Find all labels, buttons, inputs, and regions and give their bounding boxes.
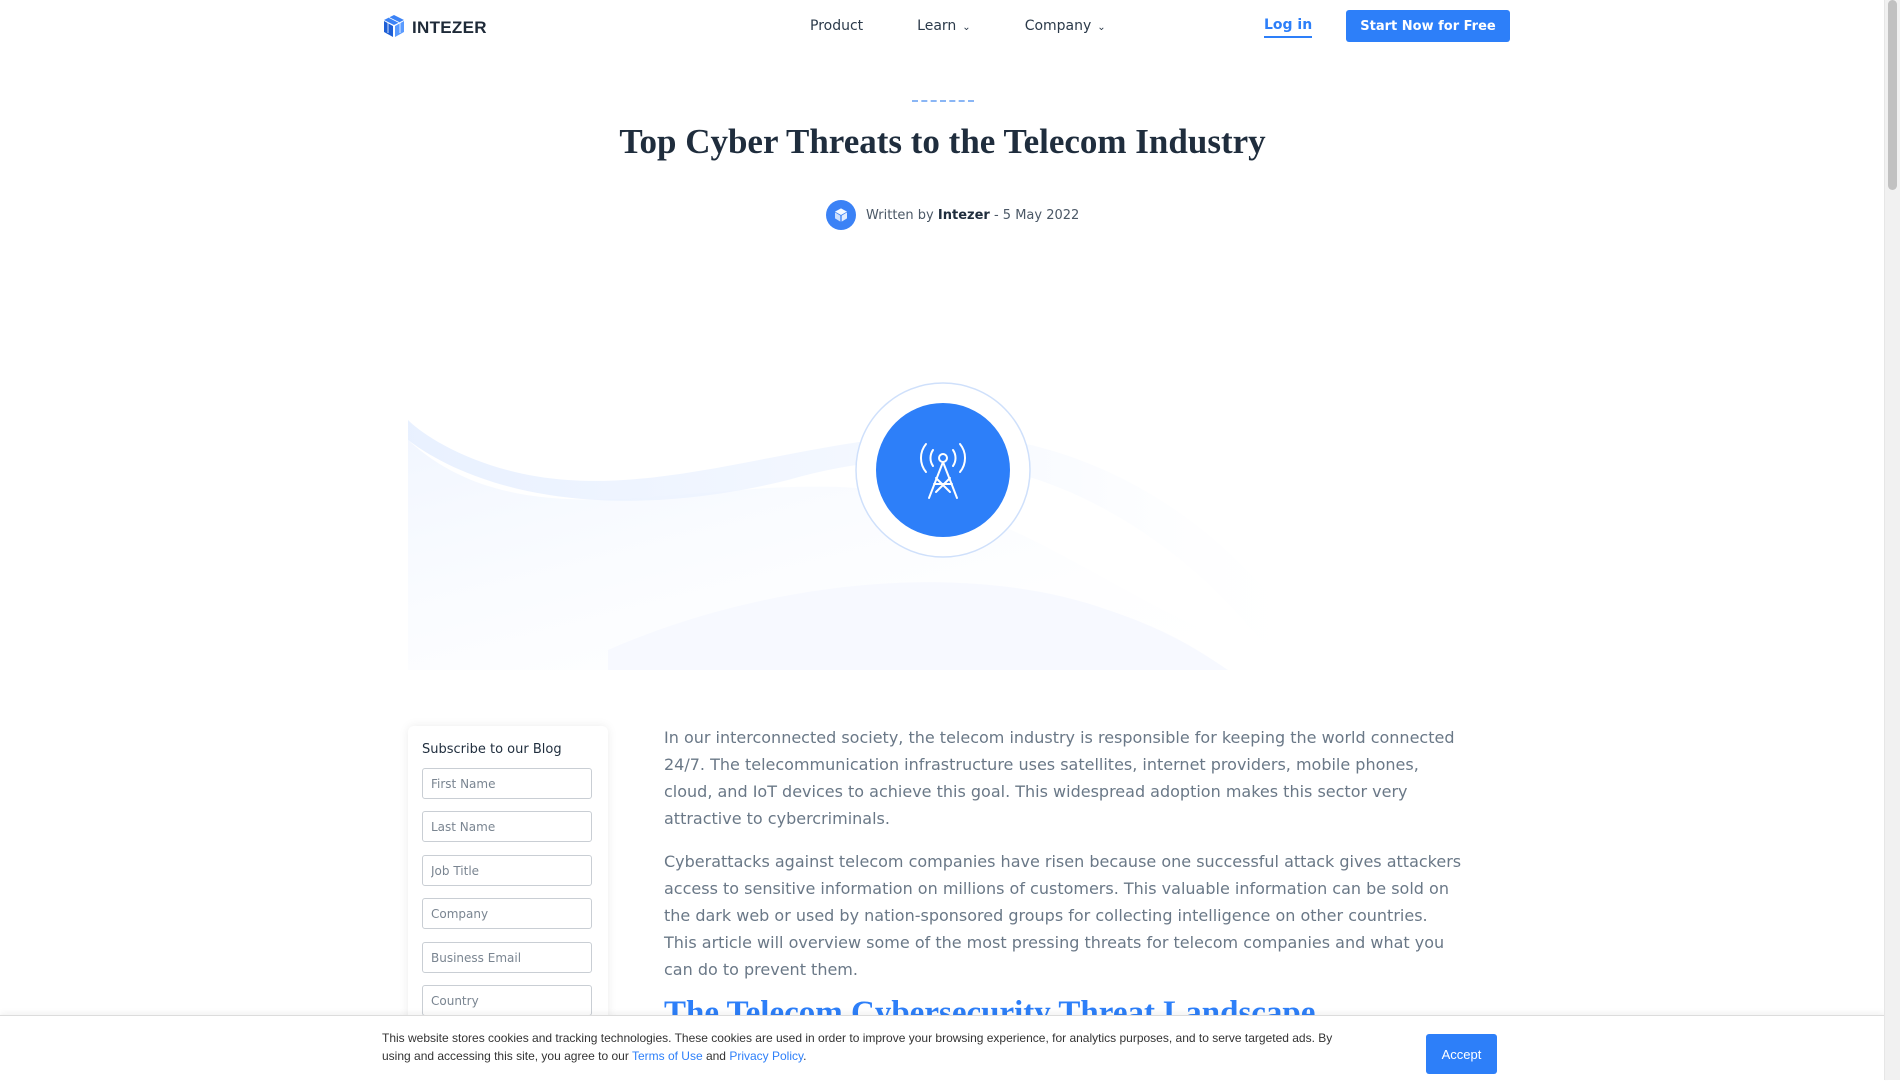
- first-name-field[interactable]: [422, 768, 592, 799]
- nav-company[interactable]: Company ⌄: [1025, 18, 1106, 34]
- accept-button[interactable]: Accept: [1426, 1034, 1497, 1074]
- page-title: Top Cyber Threats to the Telecom Industr…: [619, 122, 1266, 161]
- job-title-field[interactable]: [422, 855, 592, 886]
- hero-illustration: [408, 380, 1478, 670]
- country-field[interactable]: [422, 985, 592, 1016]
- page-scrollbar[interactable]: [1884, 0, 1900, 1080]
- terms-link[interactable]: Terms of Use: [632, 1049, 703, 1063]
- nav-learn[interactable]: Learn ⌄: [917, 18, 971, 34]
- logo-text: INTEZER: [412, 18, 487, 37]
- title-decoration: [912, 100, 974, 102]
- cookie-text: This website stores cookies and tracking…: [382, 1029, 1342, 1065]
- nav-learn-label: Learn: [917, 18, 957, 34]
- written-by-label: Written by: [866, 207, 934, 223]
- avatar: [826, 200, 856, 230]
- cookie-period: .: [803, 1049, 807, 1063]
- company-field[interactable]: [422, 898, 592, 929]
- article-paragraph: Cyberattacks against telecom companies h…: [664, 852, 1462, 979]
- article-body: In our interconnected society, the telec…: [664, 724, 1464, 1030]
- chevron-down-icon: ⌄: [1097, 22, 1106, 33]
- byline-separator: -: [993, 207, 999, 223]
- cookie-and: and: [702, 1049, 730, 1063]
- cookie-banner: This website stores cookies and tracking…: [0, 1015, 1885, 1081]
- post-date: 5 May 2022: [1002, 207, 1080, 223]
- site-header: INTEZER Product Learn ⌄ Company ⌄ Log in…: [0, 0, 1885, 54]
- author-name[interactable]: Intezer: [938, 208, 990, 223]
- main-nav: Product Learn ⌄ Company ⌄: [810, 18, 1106, 34]
- cookie-message: This website stores cookies and tracking…: [382, 1031, 1333, 1063]
- start-now-button[interactable]: Start Now for Free: [1346, 10, 1510, 42]
- intezer-logo[interactable]: INTEZER: [382, 14, 487, 42]
- scrollbar-thumb[interactable]: [1888, 0, 1897, 190]
- nav-company-label: Company: [1024, 18, 1092, 34]
- email-field[interactable]: [422, 942, 592, 973]
- chevron-down-icon: ⌄: [962, 22, 971, 33]
- nav-product[interactable]: Product: [810, 18, 863, 34]
- last-name-field[interactable]: [422, 811, 592, 842]
- subscribe-heading: Subscribe to our Blog: [422, 742, 562, 757]
- intezer-logo-icon: [382, 14, 406, 42]
- nav-product-label: Product: [810, 18, 864, 34]
- privacy-link[interactable]: Privacy Policy: [729, 1049, 803, 1063]
- post-byline: Written by Intezer - 5 May 2022: [826, 200, 1079, 230]
- article-paragraph: In our interconnected society, the telec…: [664, 728, 1455, 828]
- login-link[interactable]: Log in: [1264, 17, 1313, 38]
